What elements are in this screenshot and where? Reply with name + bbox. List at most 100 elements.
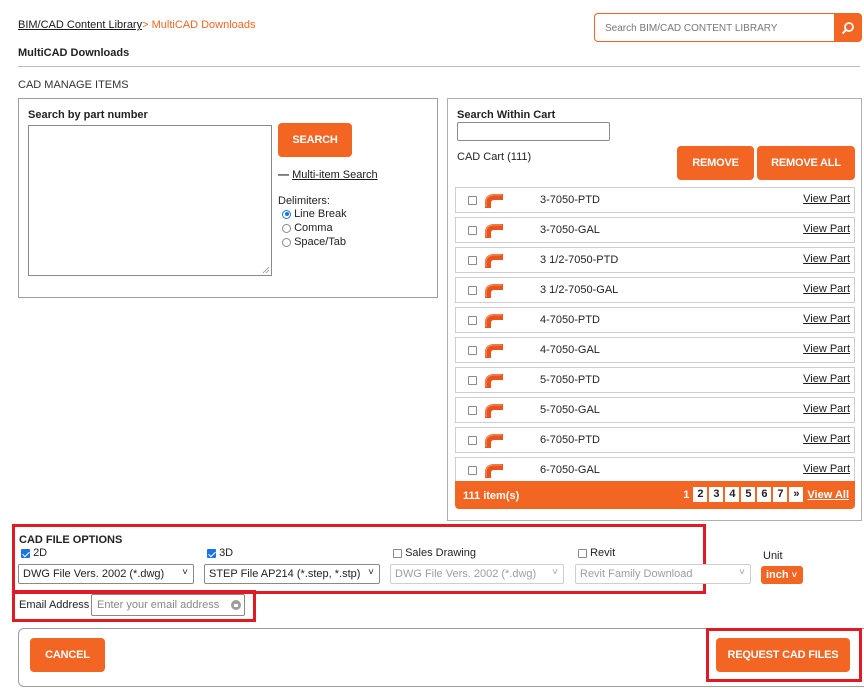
multi-item-search-link[interactable]: Multi-item Search	[292, 169, 378, 181]
cart-row-checkbox[interactable]	[468, 436, 477, 445]
checkbox-revit[interactable]	[578, 548, 587, 558]
resize-handle-icon[interactable]	[262, 266, 270, 274]
email-label: Email Address	[19, 599, 90, 611]
cart-row-checkbox[interactable]	[468, 406, 477, 415]
search-icon	[841, 21, 854, 34]
checkbox-sales-drawing[interactable]	[393, 548, 402, 558]
option-3d-label: 3D	[219, 547, 234, 559]
pipe-elbow-icon	[485, 284, 503, 298]
option-sales-drawing[interactable]: Sales Drawing	[393, 547, 476, 559]
remove-all-button[interactable]: REMOVE ALL	[757, 146, 855, 180]
radio-line-break-label: Line Break	[294, 208, 347, 220]
email-field[interactable]: Enter your email address	[91, 594, 245, 616]
next-page-button[interactable]: »	[789, 487, 804, 502]
cart-row-checkbox[interactable]	[468, 376, 477, 385]
cart-row-part-number: 5-7050-PTD	[540, 374, 600, 386]
delimiters-label: Delimiters:	[278, 195, 330, 207]
cart-row-checkbox[interactable]	[468, 286, 477, 295]
pipe-elbow-icon	[485, 194, 503, 208]
cart-row-checkbox[interactable]	[468, 346, 477, 355]
pipe-elbow-icon	[485, 404, 503, 418]
page-link[interactable]: 7	[773, 487, 788, 502]
option-3d[interactable]: 3D	[207, 547, 233, 559]
pipe-elbow-icon	[485, 254, 503, 268]
part-search-button[interactable]: SEARCH	[278, 123, 352, 157]
delimiter-option-line-break[interactable]: Line Break	[282, 208, 347, 220]
remove-button[interactable]: REMOVE	[677, 146, 754, 180]
cart-row: 3-7050-GAL View Part	[455, 217, 855, 243]
select-revit-format: Revit Family Download ˅	[575, 564, 751, 584]
chevron-down-icon: ˅	[182, 567, 188, 578]
view-part-link[interactable]: View Part	[803, 373, 850, 385]
radio-space-tab[interactable]	[282, 237, 291, 247]
view-part-link[interactable]: View Part	[803, 193, 850, 205]
delimiter-option-space-tab[interactable]: Space/Tab	[282, 236, 346, 248]
cart-footer: 111 item(s) 1 2 3 4 5 6 7 » View All	[455, 481, 855, 509]
checkbox-2d[interactable]	[21, 548, 30, 558]
select-2d-format[interactable]: DWG File Vers. 2002 (*.dwg) ˅	[18, 564, 194, 584]
page-link[interactable]: 3	[709, 487, 724, 502]
page-link[interactable]: 6	[757, 487, 772, 502]
chevron-down-icon: ˅	[791, 570, 797, 580]
cart-row-part-number: 3 1/2-7050-PTD	[540, 254, 619, 266]
pipe-elbow-icon	[485, 224, 503, 238]
view-part-link[interactable]: View Part	[803, 463, 850, 475]
cancel-button[interactable]: CANCEL	[30, 638, 105, 672]
section-title: CAD MANAGE ITEMS	[18, 79, 129, 91]
view-part-link[interactable]: View Part	[803, 253, 850, 265]
chevron-down-icon: ˅	[739, 567, 745, 578]
pipe-elbow-icon	[485, 344, 503, 358]
radio-comma-label: Comma	[294, 222, 333, 234]
checkbox-3d[interactable]	[207, 548, 216, 558]
view-part-link[interactable]: View Part	[803, 343, 850, 355]
part-number-textarea[interactable]	[28, 125, 272, 276]
page-link[interactable]: 5	[741, 487, 756, 502]
cart-row-part-number: 3-7050-PTD	[540, 194, 600, 206]
email-placeholder: Enter your email address	[97, 599, 220, 611]
cart-row-checkbox[interactable]	[468, 256, 477, 265]
delimiter-option-comma[interactable]: Comma	[282, 222, 333, 234]
pagination: 1 2 3 4 5 6 7 » View All	[683, 487, 849, 502]
cart-row-part-number: 6-7050-PTD	[540, 434, 600, 446]
select-sales-drawing-format: DWG File Vers. 2002 (*.dwg) ˅	[390, 564, 564, 584]
breadcrumb-root-link[interactable]: BIM/CAD Content Library	[18, 19, 142, 31]
option-revit-label: Revit	[590, 547, 616, 559]
pipe-elbow-icon	[485, 464, 503, 478]
view-part-link[interactable]: View Part	[803, 433, 850, 445]
cart-row-checkbox[interactable]	[468, 226, 477, 235]
view-part-link[interactable]: View Part	[803, 403, 850, 415]
chevron-down-icon: ˅	[368, 567, 374, 578]
radio-comma[interactable]	[282, 223, 291, 233]
cart-row-checkbox[interactable]	[468, 316, 477, 325]
radio-line-break[interactable]	[282, 209, 291, 219]
search-button[interactable]	[834, 13, 862, 42]
multi-item-search-toggle[interactable]: — Multi-item Search	[278, 169, 378, 181]
cart-search-label: Search Within Cart	[457, 109, 556, 121]
chevron-down-icon: ˅	[552, 567, 558, 578]
radio-space-tab-label: Space/Tab	[294, 236, 347, 248]
page-link[interactable]: 2	[693, 487, 708, 502]
cart-row-part-number: 3 1/2-7050-GAL	[540, 284, 619, 296]
cart-title: CAD Cart (111)	[457, 151, 532, 163]
cart-row: 3-7050-PTD View Part	[455, 187, 855, 213]
cart-row-checkbox[interactable]	[468, 196, 477, 205]
option-revit[interactable]: Revit	[578, 547, 615, 559]
view-all-link[interactable]: View All	[807, 489, 849, 501]
request-cad-files-button[interactable]: REQUEST CAD FILES	[716, 638, 850, 672]
select-3d-format[interactable]: STEP File AP214 (*.step, *.stp) ˅	[204, 564, 380, 584]
lock-icon	[231, 600, 241, 610]
view-part-link[interactable]: View Part	[803, 283, 850, 295]
search-input[interactable]: Search BIM/CAD CONTENT LIBRARY	[594, 13, 834, 42]
cart-row-checkbox[interactable]	[468, 466, 477, 475]
view-part-link[interactable]: View Part	[803, 313, 850, 325]
breadcrumb: BIM/CAD Content Library> MultiCAD Downlo…	[18, 19, 256, 31]
view-part-link[interactable]: View Part	[803, 223, 850, 235]
cart-search-input[interactable]	[457, 122, 610, 141]
unit-select[interactable]: inch ˅	[761, 566, 803, 584]
pipe-elbow-icon	[485, 434, 503, 448]
option-2d[interactable]: 2D	[21, 547, 47, 559]
page-link[interactable]: 4	[725, 487, 740, 502]
unit-value: inch	[766, 569, 789, 581]
select-3d-value: STEP File AP214 (*.step, *.stp)	[209, 568, 361, 580]
pipe-elbow-icon	[485, 314, 503, 328]
